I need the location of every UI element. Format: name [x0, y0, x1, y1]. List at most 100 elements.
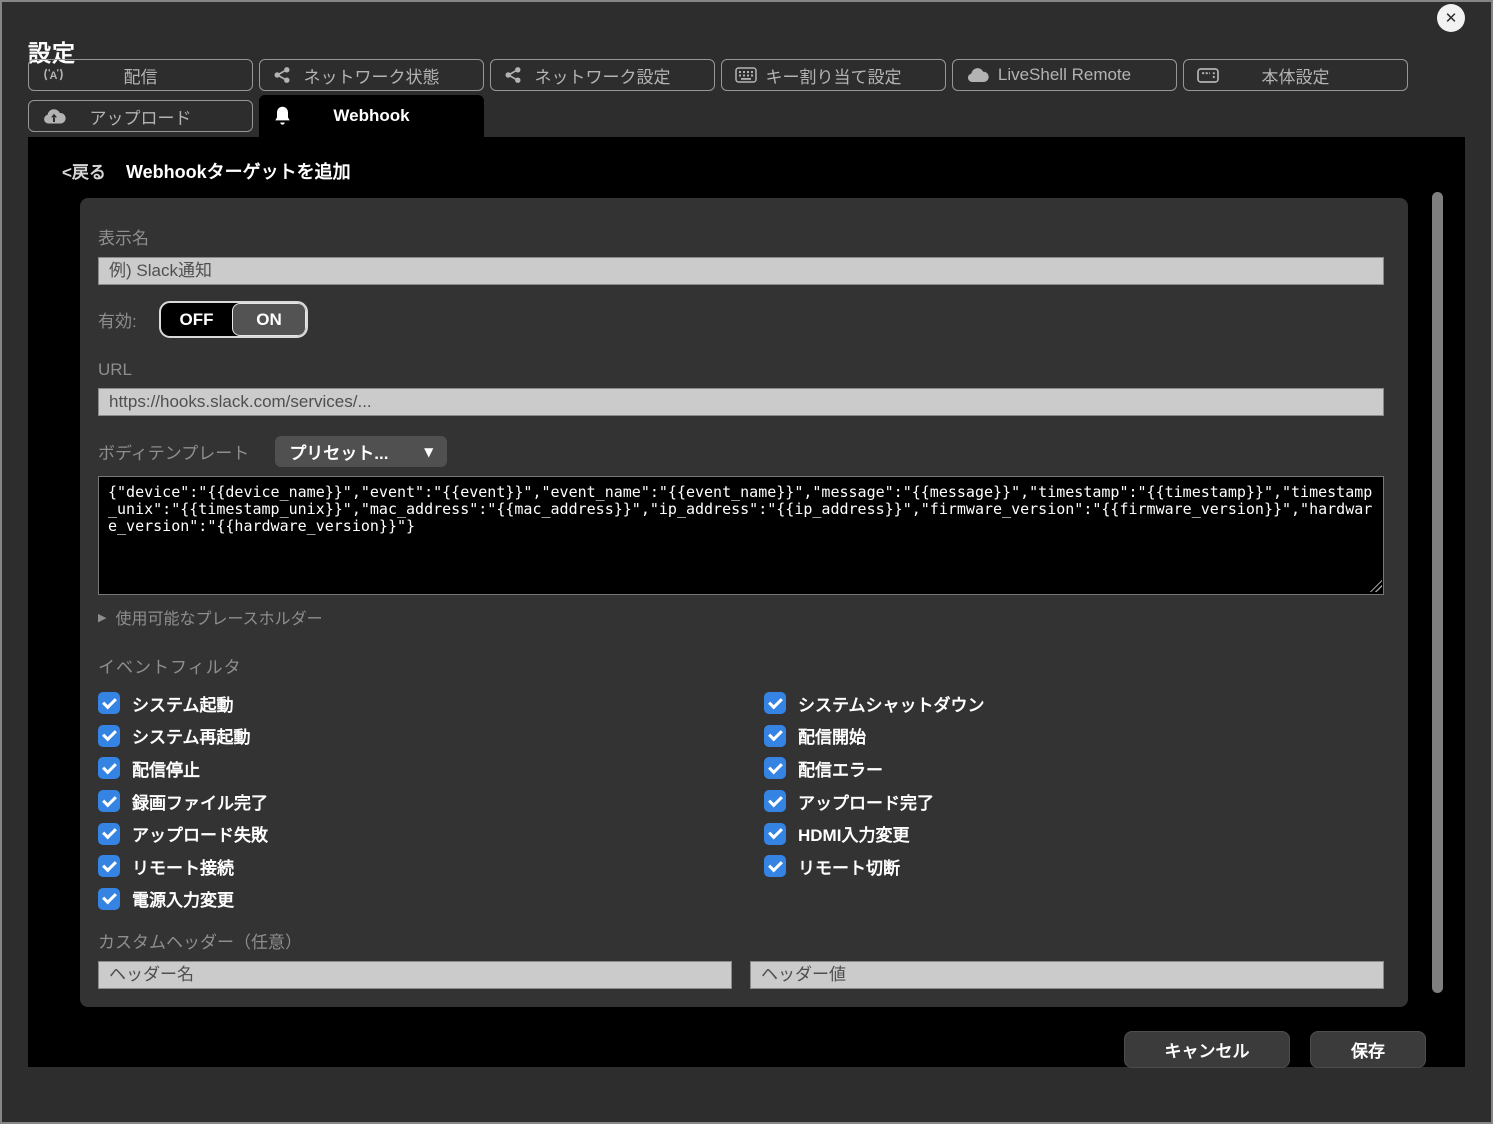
tab-upload[interactable]: アップロード	[28, 100, 253, 132]
checkbox-label: アップロード完了	[798, 789, 934, 814]
event-filter-option-upload-complete[interactable]: アップロード完了	[764, 785, 1384, 818]
checkbox-label: リモート切断	[798, 854, 900, 879]
custom-header-inputs	[98, 961, 1384, 989]
body-template-row: ボディテンプレート プリセット... ▼	[98, 436, 1384, 467]
tab-network-settings[interactable]: ネットワーク設定	[490, 59, 715, 91]
cloud-upload-icon	[42, 108, 66, 125]
checkbox-checked-icon[interactable]	[98, 757, 120, 779]
header-name-input[interactable]	[98, 961, 732, 989]
tab-webhook[interactable]: Webhook	[259, 95, 484, 137]
bell-icon	[273, 105, 292, 128]
event-filter-option-stream-stop[interactable]: 配信停止	[98, 752, 764, 785]
close-button[interactable]: ✕	[1437, 4, 1465, 32]
tab-broadcast[interactable]: A 配信	[28, 59, 253, 91]
checkbox-checked-icon[interactable]	[98, 888, 120, 910]
checkbox-checked-icon[interactable]	[98, 725, 120, 747]
tab-label: ネットワーク状態	[260, 63, 483, 88]
custom-header-label: カスタムヘッダー（任意）	[98, 928, 1384, 953]
toggle-off-segment[interactable]: OFF	[161, 303, 233, 336]
placeholders-disclosure-label: 使用可能なプレースホルダー	[115, 605, 322, 629]
checkbox-checked-icon[interactable]	[764, 757, 786, 779]
checkbox-checked-icon[interactable]	[98, 790, 120, 812]
page-header: <戻る Webhookターゲットを追加	[46, 137, 1447, 184]
checkbox-checked-icon[interactable]	[764, 790, 786, 812]
checkbox-label: 配信開始	[798, 723, 866, 748]
checkbox-checked-icon[interactable]	[764, 692, 786, 714]
checkbox-checked-icon[interactable]	[764, 823, 786, 845]
tab-network-status[interactable]: ネットワーク状態	[259, 59, 484, 91]
checkbox-checked-icon[interactable]	[764, 855, 786, 877]
event-filter-option-system-boot[interactable]: システム起動	[98, 687, 764, 720]
tab-label: ネットワーク設定	[491, 63, 714, 88]
scrollbar-thumb[interactable]	[1432, 192, 1443, 993]
checkbox-label: システムシャットダウン	[798, 691, 985, 716]
display-name-input[interactable]	[98, 257, 1384, 285]
toggle-on-segment[interactable]: ON	[232, 303, 306, 336]
chevron-down-icon: ▼	[424, 445, 433, 459]
event-filter-label: イベントフィルタ	[98, 653, 1384, 678]
action-buttons: キャンセル 保存	[46, 1031, 1447, 1068]
enabled-row: 有効: OFF ON	[98, 301, 1384, 338]
checkbox-label: 録画ファイル完了	[132, 789, 268, 814]
checkbox-label: リモート接続	[132, 854, 234, 879]
display-name-label: 表示名	[98, 224, 1384, 249]
tab-liveshell-remote[interactable]: LiveShell Remote	[952, 59, 1177, 91]
preset-dropdown[interactable]: プリセット... ▼	[275, 436, 447, 467]
network-icon	[504, 66, 522, 84]
back-link[interactable]: <戻る	[62, 158, 106, 183]
event-filter-option-system-shutdown[interactable]: システムシャットダウン	[764, 687, 1384, 720]
checkbox-label: 電源入力変更	[132, 886, 234, 911]
checkbox-label: システム起動	[132, 691, 234, 716]
cloud-icon	[966, 67, 989, 83]
tab-key-assignment[interactable]: キー割り当て設定	[721, 59, 946, 91]
network-icon	[273, 66, 291, 84]
url-block: URL	[98, 360, 1384, 416]
checkbox-checked-icon[interactable]	[764, 725, 786, 747]
url-label: URL	[98, 360, 1384, 380]
body-template-label: ボディテンプレート	[98, 439, 249, 464]
event-filter-option-remote-disconnected[interactable]: リモート切断	[764, 850, 1384, 883]
tab-bar-row2: アップロード Webhook	[28, 95, 1465, 137]
event-filter-option-recording-complete[interactable]: 録画ファイル完了	[98, 785, 764, 818]
webhook-tab-content: <戻る Webhookターゲットを追加 表示名 有効: OFF ON URL ボ…	[28, 137, 1465, 1067]
settings-window: 設定 ✕ A 配信	[2, 2, 1491, 1067]
event-filter-option-hdmi-input-changed[interactable]: HDMI入力変更	[764, 817, 1384, 850]
event-filter-option-system-reboot[interactable]: システム再起動	[98, 720, 764, 753]
placeholders-disclosure[interactable]: ▶ 使用可能なプレースホルダー	[98, 605, 1384, 629]
enabled-toggle[interactable]: OFF ON	[159, 301, 308, 338]
header-value-input[interactable]	[750, 961, 1384, 989]
body-template-textarea[interactable]: {"device":"{{device_name}}","event":"{{e…	[98, 476, 1384, 595]
checkbox-label: システム再起動	[132, 723, 251, 748]
checkbox-label: アップロード失敗	[132, 821, 268, 846]
checkbox-label: 配信エラー	[798, 756, 883, 781]
checkbox-checked-icon[interactable]	[98, 855, 120, 877]
preset-dropdown-label: プリセット...	[289, 439, 388, 464]
event-filter-option-power-input-changed[interactable]: 電源入力変更	[98, 883, 764, 916]
checkbox-checked-icon[interactable]	[98, 692, 120, 714]
tab-bar-row1: A 配信 ネットワーク状態	[28, 59, 1465, 91]
enabled-label: 有効:	[98, 307, 137, 332]
close-icon: ✕	[1445, 9, 1458, 27]
webhook-form-panel: 表示名 有効: OFF ON URL ボディテンプレート プリセット... ▼	[80, 198, 1408, 1007]
device-icon	[1197, 67, 1219, 84]
event-filter-grid: システム起動 システム再起動 配信停止 録画ファイル完了 アップロード失敗	[98, 687, 1384, 915]
checkbox-label: HDMI入力変更	[798, 821, 909, 846]
event-filter-option-upload-failed[interactable]: アップロード失敗	[98, 817, 764, 850]
checkbox-label: 配信停止	[132, 756, 200, 781]
url-input[interactable]	[98, 388, 1384, 416]
save-button[interactable]: 保存	[1310, 1031, 1426, 1068]
broadcast-icon: A	[42, 67, 65, 84]
tab-device-settings[interactable]: 本体設定	[1183, 59, 1408, 91]
keyboard-icon	[735, 67, 757, 83]
titlebar: 設定 ✕	[28, 2, 1465, 59]
cancel-button[interactable]: キャンセル	[1124, 1031, 1290, 1068]
section-title: Webhookターゲットを追加	[126, 158, 351, 184]
svg-text:A: A	[50, 70, 58, 82]
checkbox-checked-icon[interactable]	[98, 823, 120, 845]
body-template-wrap: {"device":"{{device_name}}","event":"{{e…	[98, 476, 1384, 595]
event-filter-option-stream-start[interactable]: 配信開始	[764, 720, 1384, 753]
event-filter-option-remote-connected[interactable]: リモート接続	[98, 850, 764, 883]
event-filter-option-stream-error[interactable]: 配信エラー	[764, 752, 1384, 785]
triangle-right-icon: ▶	[98, 611, 106, 624]
tab-label: Webhook	[260, 106, 483, 126]
